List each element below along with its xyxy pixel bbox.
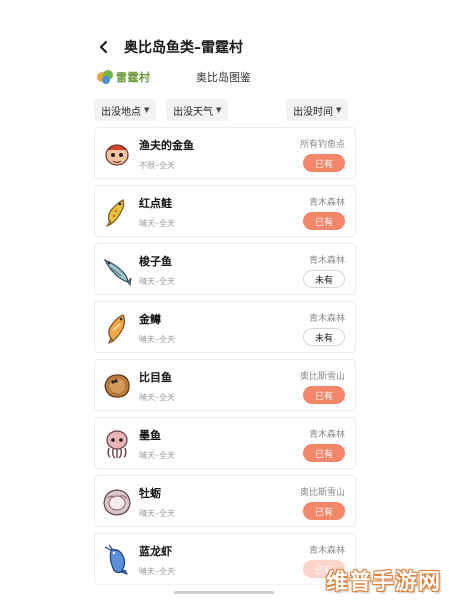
owned-status-button[interactable]: 已有 xyxy=(303,154,345,172)
not-owned-status-button[interactable]: 未有 xyxy=(303,328,345,346)
fish-card[interactable]: 比目鱼 晴天–全天 奥比斯雪山 已有 xyxy=(94,359,356,411)
trout-icon xyxy=(105,199,125,228)
oyster-icon xyxy=(103,489,131,516)
golden-trout-icon xyxy=(108,314,126,344)
fish-location: 青木森林 xyxy=(308,314,345,324)
brand-subtitle: 奥比岛图鉴 xyxy=(196,71,251,84)
cuttlefish-icon xyxy=(106,430,128,459)
filter-label: 出没天气 xyxy=(173,106,213,118)
owned-status-button[interactable]: 已有 xyxy=(303,444,345,462)
fish-condition: 晴天–全天 xyxy=(139,277,175,286)
fish-card[interactable]: 红点鲑 晴天–全天 青木森林 已有 xyxy=(94,185,356,237)
caret-down-icon: ▼ xyxy=(336,106,342,114)
filter-label: 出没地点 xyxy=(101,106,141,118)
filter-label: 出没时间 xyxy=(293,106,333,118)
fish-card[interactable]: 梭子鱼 晴天–全天 青木森林 未有 xyxy=(94,243,356,295)
fish-location: 青木森林 xyxy=(308,198,345,208)
fish-location: 青木森林 xyxy=(308,256,345,266)
flounder-icon xyxy=(104,374,130,398)
pike-icon xyxy=(103,258,132,286)
brand-logo-icon xyxy=(97,70,113,84)
not-owned-status-button[interactable]: 未有 xyxy=(303,270,345,288)
fish-location: 所有钓鱼点 xyxy=(299,140,345,150)
fish-condition: 晴天–全天 xyxy=(139,393,175,402)
fish-card[interactable]: 蓝龙虾 晴天–全天 青木森林 已有 xyxy=(94,533,356,585)
fish-condition: 不限–全天 xyxy=(139,161,175,170)
fish-name: 梭子鱼 xyxy=(139,255,172,268)
fish-location: 青木森林 xyxy=(308,430,345,440)
fish-card[interactable]: 渔夫的金鱼 不限–全天 所有钓鱼点 已有 xyxy=(94,127,356,179)
watermark-logo: 维普手游网 xyxy=(325,570,441,595)
owned-status-button[interactable]: 已有 xyxy=(303,386,345,404)
fish-name: 墨鱼 xyxy=(139,429,161,442)
owned-status-button[interactable]: 已有 xyxy=(303,212,345,230)
blue-lobster-icon xyxy=(104,544,128,575)
owned-status-button[interactable]: 已有 xyxy=(303,502,345,520)
fish-name: 比目鱼 xyxy=(139,371,172,384)
filter-location-button[interactable]: 出没地点 ▼ xyxy=(94,99,157,121)
back-arrow-icon[interactable] xyxy=(96,39,112,55)
filter-time-button[interactable]: 出没时间 ▼ xyxy=(286,99,349,121)
fish-name: 红点鲑 xyxy=(139,197,172,210)
home-indicator[interactable] xyxy=(174,591,274,594)
fish-condition: 晴天–全天 xyxy=(139,219,175,228)
fish-condition: 晴天–全天 xyxy=(139,509,175,518)
brand-name: 雷霆村 xyxy=(116,71,151,84)
fish-name: 金鳟 xyxy=(139,313,161,326)
caret-down-icon: ▼ xyxy=(144,106,150,114)
fish-name: 渔夫的金鱼 xyxy=(139,139,194,152)
fish-card[interactable]: 牡蛎 晴天–全天 奥比斯雪山 已有 xyxy=(94,475,356,527)
fish-condition: 晴天–全天 xyxy=(139,451,175,460)
filter-weather-button[interactable]: 出没天气 ▼ xyxy=(166,99,229,121)
page-header: 奥比岛鱼类–雷霆村 xyxy=(96,36,243,58)
fish-condition: 晴天–全天 xyxy=(139,335,175,344)
fish-list: 渔夫的金鱼 不限–全天 所有钓鱼点 已有 红点鲑 晴天–全天 青木森林 已有 梭… xyxy=(94,127,356,591)
fish-name: 牡蛎 xyxy=(139,487,161,500)
fish-location: 青木森林 xyxy=(308,546,345,556)
filter-bar: 出没地点 ▼ 出没天气 ▼ 出没时间 ▼ xyxy=(94,99,352,121)
fish-card[interactable]: 金鳟 晴天–全天 青木森林 未有 xyxy=(94,301,356,353)
page-title: 奥比岛鱼类–雷霆村 xyxy=(124,40,243,56)
fish-name: 蓝龙虾 xyxy=(139,545,172,558)
caret-down-icon: ▼ xyxy=(216,106,222,114)
fish-card[interactable]: 墨鱼 晴天–全天 青木森林 已有 xyxy=(94,417,356,469)
brand-row: 雷霆村 奥比岛图鉴 xyxy=(96,66,356,88)
fish-location: 奥比斯雪山 xyxy=(299,372,345,382)
goldfish-icon xyxy=(105,144,129,166)
fish-location: 奥比斯雪山 xyxy=(299,488,345,498)
fish-condition: 晴天–全天 xyxy=(139,567,175,576)
